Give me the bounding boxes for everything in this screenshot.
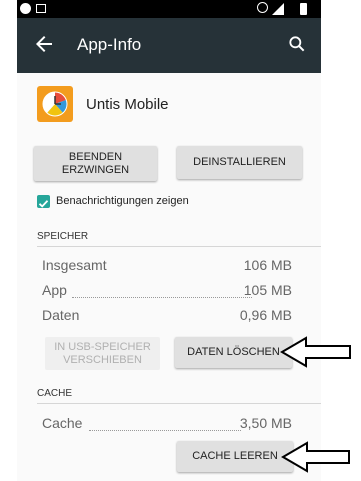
image-notification-icon [36,4,46,13]
notification-dot-icon [20,3,31,14]
clear-cache-button[interactable]: CACHE LEEREN [177,441,293,472]
cache-section-header: CACHE [37,388,73,399]
pointer-arrow-icon [281,441,350,473]
back-arrow-icon[interactable] [32,32,56,56]
leader-dots [89,429,241,431]
uninstall-button[interactable]: DEINSTALLIEREN [177,146,302,179]
storage-divider [37,246,321,247]
app-name: Untis Mobile [86,96,169,113]
search-icon[interactable] [287,34,307,54]
storage-app-value: 105 MB [243,282,292,298]
storage-data-value: 0,96 MB [239,307,292,323]
alarm-icon [257,2,268,13]
checkbox-checked-icon[interactable] [37,195,50,208]
storage-total-label: Insgesamt [42,257,107,273]
status-bar [17,0,321,18]
notifications-label: Benachrichtigungen zeigen [56,195,189,207]
cache-label: Cache [42,415,83,431]
storage-app-label: App [42,282,67,298]
app-bar: App-Info [17,18,321,73]
battery-icon [300,3,307,15]
cache-value: 3,50 MB [239,415,292,431]
move-to-usb-button: IN USB-SPEICHER VERSCHIEBEN [45,337,160,370]
storage-data-label: Daten [42,307,80,323]
pointer-arrow-icon [280,336,351,368]
storage-section-header: SPEICHER [37,231,89,242]
app-info-screen: App-Info Untis Mobile BEENDEN ERZWINGEN … [17,0,321,481]
storage-total-value: 106 MB [243,257,292,273]
leader-dots [72,296,252,298]
clear-data-button[interactable]: DATEN LÖSCHEN [175,337,292,368]
clock-icon [37,86,73,122]
page-title: App-Info [77,35,142,54]
signal-icon [272,3,284,15]
cache-divider [37,403,321,404]
force-stop-button[interactable]: BEENDEN ERZWINGEN [34,146,157,181]
